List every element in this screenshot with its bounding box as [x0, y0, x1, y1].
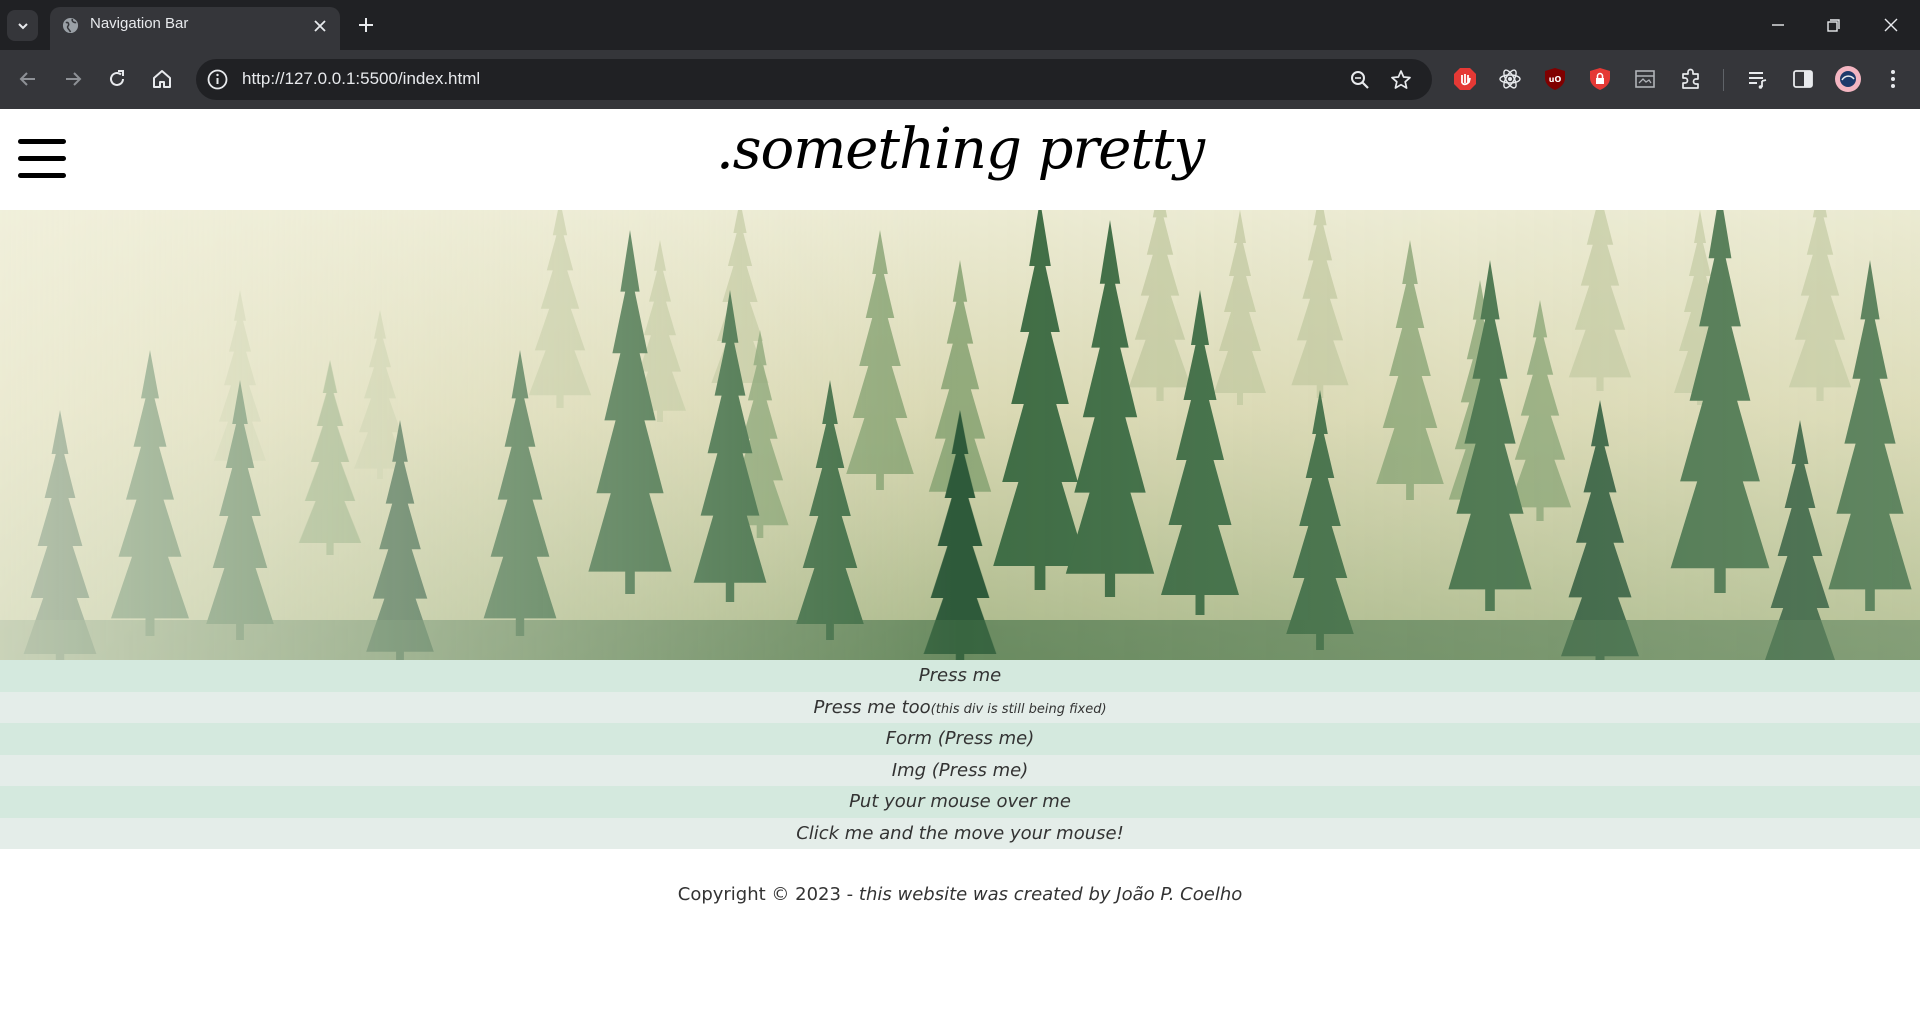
- close-icon[interactable]: [309, 15, 331, 37]
- menu-item-press-me[interactable]: Press me: [0, 660, 1920, 692]
- tab-search-button[interactable]: [7, 10, 38, 41]
- menu-kebab-icon[interactable]: [1880, 66, 1906, 92]
- forward-arrow-icon[interactable]: [60, 66, 86, 92]
- react-devtools-icon[interactable]: [1497, 66, 1523, 92]
- zoom-icon[interactable]: [1349, 69, 1371, 91]
- menu-item-label: Press me: [918, 665, 1002, 686]
- menu-item-label: Press me too: [813, 696, 931, 718]
- home-icon[interactable]: [149, 66, 175, 92]
- site-info-icon[interactable]: [206, 68, 229, 91]
- svg-text:uO: uO: [1549, 75, 1562, 84]
- credit-text: this website was created by João P. Coel…: [858, 884, 1243, 905]
- site-header: .something pretty: [0, 109, 1920, 210]
- browser-titlebar: Navigation Bar: [0, 0, 1920, 50]
- reload-icon[interactable]: [104, 66, 130, 92]
- bookmark-star-icon[interactable]: [1390, 69, 1412, 91]
- menu-item-label: Form (Press me): [885, 728, 1035, 749]
- menu-item-label: Click me and the move your mouse!: [796, 822, 1124, 844]
- menu-item-press-me-too[interactable]: Press me too(this div is still being fix…: [0, 691, 1920, 723]
- profile-avatar-icon[interactable]: [1834, 65, 1862, 93]
- minimize-icon[interactable]: [1765, 12, 1791, 38]
- window-close-icon[interactable]: [1878, 12, 1904, 38]
- hero-forest-image: [0, 210, 1920, 660]
- nav-menu: Press me Press me too(this div is still …: [0, 660, 1920, 849]
- menu-item-mouse-over[interactable]: Put your mouse over me: [0, 786, 1920, 818]
- restore-icon[interactable]: [1820, 12, 1846, 38]
- browser-toolbar: http://127.0.0.1:5500/index.html uO: [0, 50, 1920, 109]
- address-bar[interactable]: http://127.0.0.1:5500/index.html: [196, 59, 1432, 100]
- menu-item-label: Put your mouse over me: [849, 791, 1071, 812]
- menu-item-label: Img (Press me): [891, 759, 1029, 781]
- site-footer: Copyright © 2023 - this website was crea…: [0, 884, 1920, 905]
- adblock-icon[interactable]: [1452, 66, 1478, 92]
- url-text[interactable]: http://127.0.0.1:5500/index.html: [242, 69, 480, 89]
- side-panel-icon[interactable]: [1790, 66, 1816, 92]
- page-content: .something pretty Press me Press me too(…: [0, 109, 1920, 1020]
- ublock-icon[interactable]: uO: [1542, 66, 1568, 92]
- new-tab-plus-icon[interactable]: [354, 13, 378, 37]
- puzzle-icon[interactable]: [1678, 66, 1704, 92]
- menu-item-form[interactable]: Form (Press me): [0, 723, 1920, 755]
- media-queue-icon[interactable]: [1745, 66, 1771, 92]
- tab-title: Navigation Bar: [90, 15, 189, 32]
- menu-item-img[interactable]: Img (Press me): [0, 754, 1920, 786]
- chevron-down-icon: [17, 22, 28, 29]
- site-title: .something pretty: [715, 117, 1205, 182]
- toolbar-separator: [1723, 69, 1724, 91]
- back-arrow-icon[interactable]: [15, 66, 41, 92]
- media-extension-icon[interactable]: [1632, 66, 1658, 92]
- menu-item-click-and-move[interactable]: Click me and the move your mouse!: [0, 817, 1920, 849]
- lock-extension-icon[interactable]: [1587, 66, 1613, 92]
- globe-icon: [62, 17, 79, 34]
- menu-item-note: (this div is still being fixed): [930, 701, 1107, 717]
- copyright-text: Copyright © 2023 -: [677, 884, 859, 905]
